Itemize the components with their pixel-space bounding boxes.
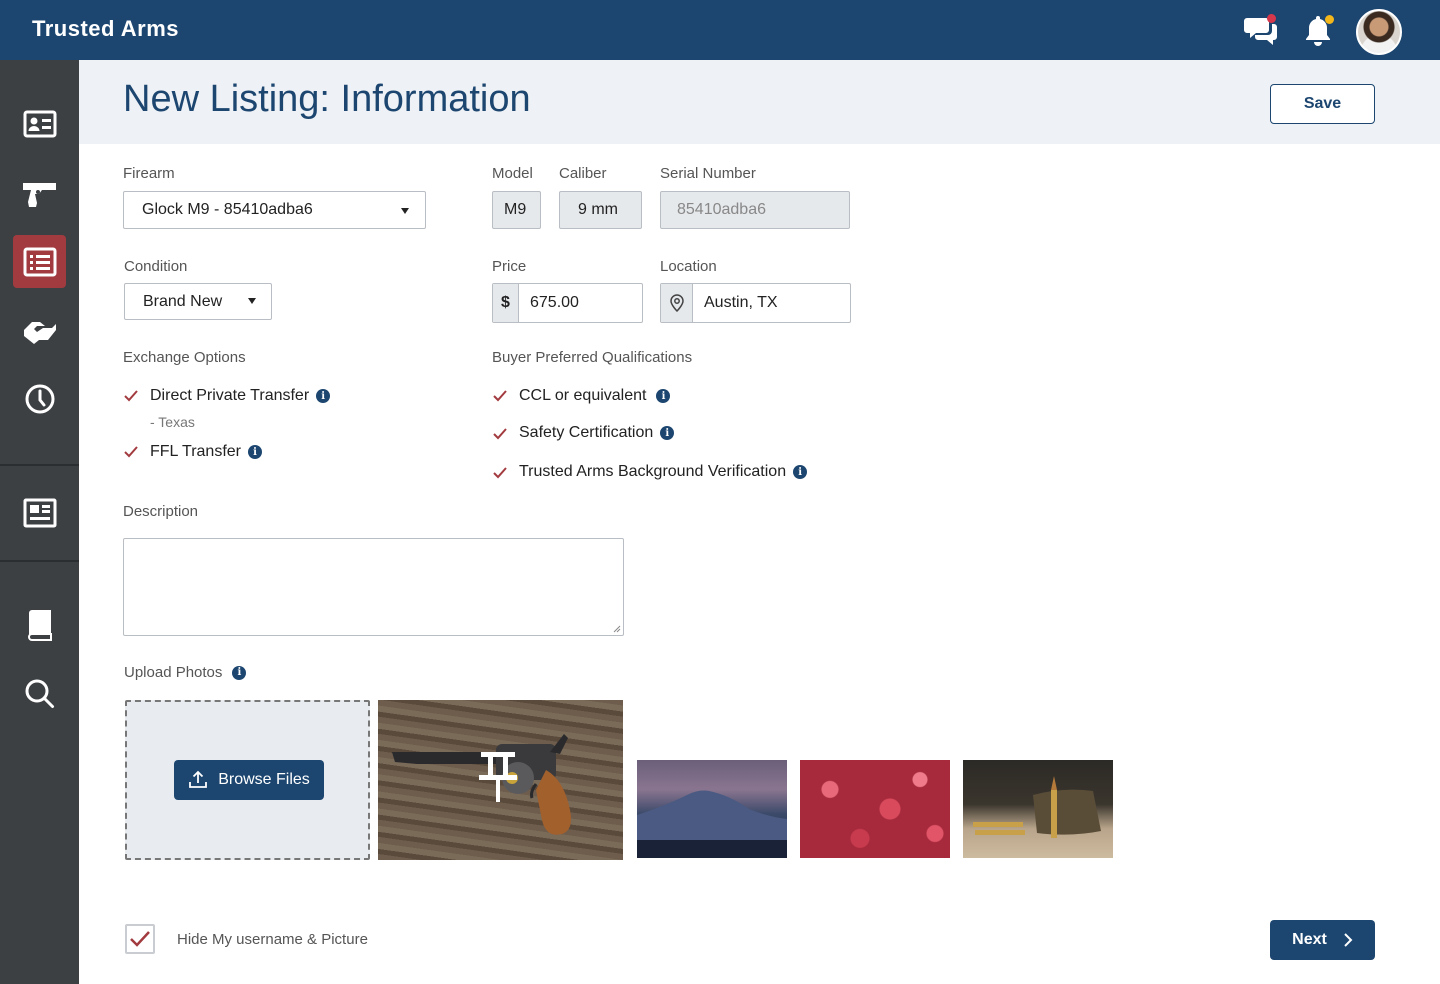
ccl-label: CCL or equivalent	[519, 387, 647, 404]
next-label: Next	[1292, 931, 1327, 948]
page-title: New Listing: Information	[123, 78, 531, 120]
sidebar-item-history[interactable]	[13, 372, 66, 425]
sidebar-item-firearms[interactable]	[13, 167, 66, 220]
search-icon	[25, 679, 54, 708]
clock-icon	[25, 384, 54, 413]
chat-icon[interactable]	[1244, 12, 1280, 48]
info-icon[interactable]: i	[232, 665, 247, 680]
info-icon[interactable]: i	[660, 426, 675, 440]
sidebar-item-listings[interactable]	[13, 235, 66, 288]
sidebar-divider	[0, 560, 79, 562]
description-textarea[interactable]	[123, 538, 624, 636]
notification-bell-icon[interactable]	[1300, 12, 1336, 48]
next-button[interactable]: Next	[1270, 920, 1375, 960]
upload-photos-heading: Upload Photos i	[124, 664, 247, 681]
price-input[interactable]: $ 675.00	[492, 283, 643, 323]
id-card-icon	[23, 110, 56, 137]
browse-files-label: Browse Files	[218, 771, 310, 788]
model-field: M9	[492, 191, 541, 229]
safety-cert-label: Safety Certification	[519, 424, 654, 441]
model-value: M9	[504, 201, 527, 218]
condition-select[interactable]: Brand New	[124, 283, 272, 320]
resize-handle-icon[interactable]	[613, 625, 621, 633]
top-bar: Trusted Arms	[0, 0, 1440, 60]
sidebar-item-news[interactable]	[13, 486, 66, 539]
sidebar	[0, 60, 79, 984]
caliber-value: 9 mm	[578, 201, 618, 218]
newspaper-icon	[23, 498, 56, 527]
qualifications-label: Buyer Preferred Qualifications	[492, 349, 693, 366]
flowers-photo[interactable]	[800, 760, 950, 858]
map-pin-icon	[661, 284, 693, 322]
serial-number-label: Serial Number	[660, 165, 756, 182]
caliber-field: 9 mm	[559, 191, 642, 229]
condition-value: Brand New	[143, 292, 223, 310]
ccl-checkbox[interactable]	[492, 388, 508, 404]
sidebar-item-guides[interactable]	[13, 598, 66, 651]
user-avatar[interactable]	[1356, 9, 1402, 55]
sidebar-divider	[0, 464, 79, 466]
description-label: Description	[123, 503, 199, 520]
firearm-value: Glock M9 - 85410adba6	[142, 201, 313, 218]
direct-transfer-option[interactable]: Direct Private Transfer i	[150, 387, 331, 405]
background-verification-option[interactable]: Trusted Arms Background Verification i	[519, 463, 808, 481]
save-button[interactable]: Save	[1270, 84, 1375, 124]
ffl-transfer-checkbox[interactable]	[123, 444, 139, 460]
condition-label: Condition	[124, 258, 188, 275]
ammo-photo[interactable]	[963, 760, 1113, 858]
firearm-label: Firearm	[123, 165, 175, 182]
handshake-icon	[23, 321, 56, 344]
info-icon[interactable]: i	[316, 389, 331, 403]
ccl-option[interactable]: CCL or equivalent i	[519, 387, 671, 405]
pin-icon[interactable]	[478, 750, 518, 804]
direct-transfer-checkbox[interactable]	[123, 388, 139, 404]
chevron-down-icon	[248, 298, 256, 304]
book-icon	[27, 609, 52, 641]
mountain-photo[interactable]	[637, 760, 787, 858]
upload-icon	[189, 770, 208, 788]
direct-transfer-label: Direct Private Transfer	[150, 387, 310, 404]
location-label: Location	[660, 258, 717, 275]
chevron-down-icon	[401, 208, 409, 214]
safety-cert-checkbox[interactable]	[492, 426, 508, 442]
browse-files-button[interactable]: Browse Files	[174, 760, 324, 800]
sidebar-item-profile[interactable]	[13, 97, 66, 150]
background-verification-checkbox[interactable]	[492, 465, 508, 481]
model-label: Model	[492, 165, 533, 182]
brand-logo[interactable]: Trusted Arms	[32, 16, 179, 42]
listing-icon	[23, 247, 56, 276]
location-value: Austin, TX	[704, 294, 778, 311]
revolver-photo[interactable]	[378, 700, 623, 860]
serial-number-value: 85410adba6	[677, 201, 766, 218]
chevron-right-icon	[1344, 933, 1353, 947]
hide-identity-label: Hide My username & Picture	[177, 931, 368, 948]
info-icon[interactable]: i	[247, 445, 262, 459]
safety-cert-option[interactable]: Safety Certification i	[519, 424, 675, 442]
sidebar-item-transactions[interactable]	[13, 304, 66, 357]
photo-dropzone[interactable]: Browse Files	[125, 700, 370, 860]
serial-number-field: 85410adba6	[660, 191, 850, 229]
ffl-transfer-option[interactable]: FFL Transfer i	[150, 443, 262, 461]
page-header: New Listing: Information Save	[79, 60, 1440, 144]
ffl-transfer-label: FFL Transfer	[150, 443, 241, 460]
info-icon[interactable]: i	[793, 465, 808, 479]
price-value: 675.00	[530, 294, 579, 311]
info-icon[interactable]: i	[656, 389, 671, 403]
dollar-sign-icon: $	[493, 284, 519, 322]
price-label: Price	[492, 258, 527, 275]
background-verification-label: Trusted Arms Background Verification	[519, 463, 787, 480]
sidebar-item-search[interactable]	[13, 667, 66, 720]
hide-identity-checkbox[interactable]	[125, 924, 155, 954]
upload-photos-label: Upload Photos	[124, 664, 223, 681]
exchange-options-label: Exchange Options	[123, 349, 246, 366]
caliber-label: Caliber	[559, 165, 607, 182]
direct-transfer-state: - Texas	[150, 414, 195, 430]
location-input[interactable]: Austin, TX	[660, 283, 851, 323]
firearm-select[interactable]: Glock M9 - 85410adba6	[123, 191, 426, 229]
pistol-icon	[22, 182, 56, 207]
